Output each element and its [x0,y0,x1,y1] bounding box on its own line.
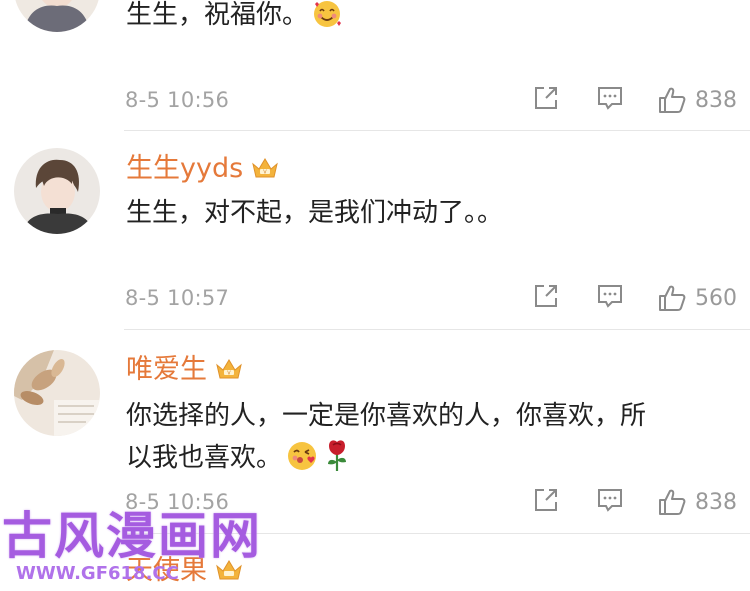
face-blowing-kiss-icon [286,440,318,485]
comment-text: 生生，祝福你。 [126,0,726,42]
share-icon [535,87,557,109]
divider [124,329,750,330]
comment-meta: 8-5 10:57 560 [0,278,750,318]
thumbs-up-icon [659,87,686,113]
rose-icon [322,438,352,485]
vip-crown-icon: V [215,356,243,390]
comment-time: 8-5 10:57 [125,286,230,310]
smiling-face-with-hearts-icon [312,0,342,42]
comment-time: 8-5 10:56 [125,88,230,112]
share-button[interactable] [532,282,560,314]
like-count: 838 [695,489,737,515]
avatar[interactable] [14,0,100,32]
like-button[interactable]: 838 [657,486,737,518]
share-button[interactable] [532,486,560,518]
like-button[interactable]: 560 [657,282,737,314]
vip-crown-icon: V [251,155,279,189]
share-icon [535,285,557,307]
comment-text-line: 以我也喜欢。 [126,437,726,485]
watermark-brand: 古风漫画网 [2,507,262,565]
divider [124,130,750,131]
share-button[interactable] [532,84,560,116]
avatar[interactable] [14,350,100,436]
reply-button[interactable] [596,84,624,116]
comment-icon [598,489,622,512]
thumbs-up-icon [659,489,686,515]
svg-text:V: V [263,170,267,176]
comment-text: 你选择的人，一定是你喜欢的人，你喜欢，所 以我也喜欢。 [126,395,726,485]
comment-icon [598,285,622,308]
comment-text: 生生，对不起，是我们冲动了。。 [126,198,504,228]
like-count: 560 [695,285,737,311]
reply-button[interactable] [596,282,624,314]
reply-button[interactable] [596,486,624,518]
avatar[interactable] [14,148,100,234]
username[interactable]: 生生yyds V [126,152,279,189]
watermark-url: WWW.GF618.CC [16,563,179,584]
like-count: 838 [695,87,737,113]
svg-text:V: V [227,371,231,377]
share-icon [535,489,557,511]
username[interactable]: 唯爱生 V [126,353,243,390]
like-button[interactable]: 838 [657,84,737,116]
comment-meta: 8-5 10:56 838 [0,80,750,120]
comment-icon [598,87,622,110]
thumbs-up-icon [659,285,686,311]
comment-text-line: 你选择的人，一定是你喜欢的人，你喜欢，所 [126,401,647,431]
